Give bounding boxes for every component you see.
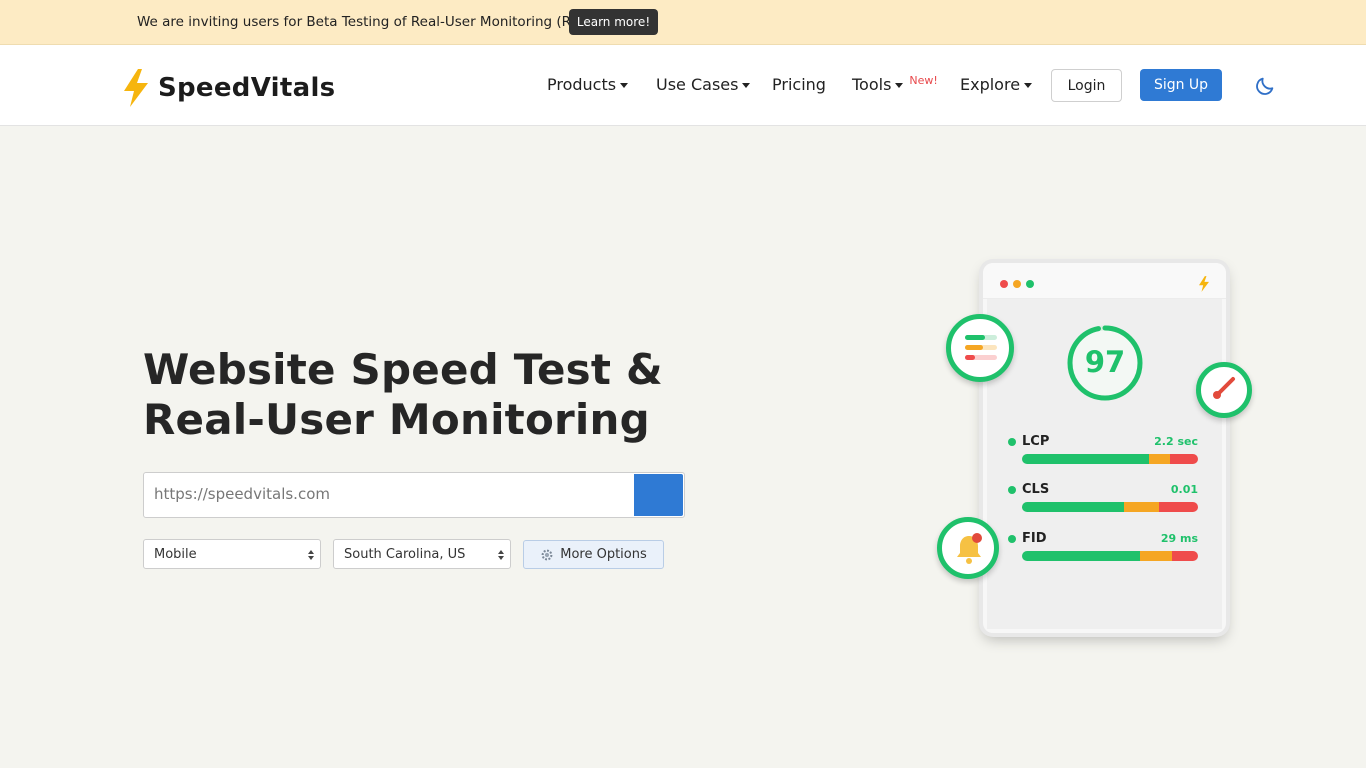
status-dot: [1008, 438, 1016, 446]
url-search-box: [143, 472, 685, 518]
phone-title-bar: [983, 263, 1226, 299]
location-select[interactable]: South Carolina, US: [333, 539, 511, 569]
chevron-down-icon: [620, 83, 629, 88]
bar-poor-segment: [1171, 551, 1198, 561]
bar-good-segment: [1022, 454, 1149, 464]
hero-title-line2: Real-User Monitoring: [143, 395, 650, 444]
speedometer-icon: [1213, 377, 1235, 399]
gear-icon: [541, 549, 553, 560]
nav-pricing[interactable]: Pricing: [772, 75, 826, 94]
signup-button[interactable]: Sign Up: [1140, 69, 1222, 101]
nav-tools[interactable]: Tools New!: [852, 74, 938, 94]
bar-poor-segment: [1169, 454, 1198, 464]
learn-more-button[interactable]: Learn more!: [569, 9, 658, 35]
metric-name: FID: [1022, 531, 1047, 546]
nav-explore[interactable]: Explore: [960, 75, 1033, 94]
nav-pricing-label: Pricing: [772, 75, 826, 94]
bar-needs-improvement-segment: [1148, 454, 1170, 464]
nav-products-label: Products: [547, 75, 617, 94]
login-button[interactable]: Login: [1051, 69, 1122, 102]
nav-explore-label: Explore: [960, 75, 1021, 94]
announcement-text: We are inviting users for Beta Testing o…: [137, 14, 598, 30]
nav-use-cases[interactable]: Use Cases: [656, 75, 751, 94]
url-input[interactable]: [154, 485, 624, 503]
device-select-value: Mobile: [154, 546, 197, 562]
report-bubble: [946, 314, 1014, 382]
announcement-bar: We are inviting users for Beta Testing o…: [0, 0, 1366, 45]
more-options-button[interactable]: More Options: [523, 540, 664, 569]
nav-use-cases-label: Use Cases: [656, 75, 739, 94]
chevron-down-icon: [895, 83, 904, 88]
performance-score: 97: [1084, 345, 1126, 379]
metric-distribution-bar: [1022, 502, 1198, 512]
bar-needs-improvement-segment: [1139, 551, 1172, 561]
bolt-icon: [1199, 276, 1209, 292]
nav-products[interactable]: Products: [547, 75, 629, 94]
more-options-label: More Options: [560, 547, 647, 562]
status-dot: [1008, 535, 1016, 543]
alert-bubble: [937, 517, 999, 579]
window-dot-yellow: [1013, 280, 1021, 288]
metric-distribution-bar: [1022, 454, 1198, 464]
bolt-icon: [124, 69, 148, 107]
location-select-value: South Carolina, US: [344, 546, 466, 562]
nav-tools-label: Tools: [852, 75, 892, 94]
metric-value: 0.01: [1170, 483, 1198, 496]
logo-text: SpeedVitals: [158, 73, 336, 103]
hero-title: Website Speed Test & Real-User Monitorin…: [143, 345, 703, 445]
moon-icon[interactable]: [1254, 75, 1276, 97]
chevron-down-icon: [1024, 83, 1033, 88]
phone-illustration: [983, 263, 1226, 633]
status-dot: [1008, 486, 1016, 494]
bar-good-segment: [1022, 502, 1125, 512]
window-dot-red: [1000, 280, 1008, 288]
hero-title-line1: Website Speed Test &: [143, 345, 663, 394]
bell-icon: [957, 533, 982, 564]
metric-name: CLS: [1022, 482, 1050, 497]
logo[interactable]: SpeedVitals: [124, 69, 335, 107]
select-arrows-icon: [498, 550, 504, 560]
chevron-down-icon: [742, 83, 751, 88]
metric-value: 29 ms: [1160, 532, 1198, 545]
window-dot-green: [1026, 280, 1034, 288]
bar-good-segment: [1022, 551, 1140, 561]
bar-poor-segment: [1159, 502, 1198, 512]
report-bars-icon: [965, 335, 997, 360]
bar-needs-improvement-segment: [1124, 502, 1160, 512]
analyze-button[interactable]: [634, 474, 683, 516]
metric-distribution-bar: [1022, 551, 1198, 561]
select-arrows-icon: [308, 550, 314, 560]
metric-value: 2.2 sec: [1154, 435, 1198, 448]
metric-name: LCP: [1022, 434, 1050, 449]
site-header: SpeedVitals Products Use Cases Pricing T…: [0, 45, 1366, 126]
new-badge: New!: [909, 74, 938, 87]
gauge-bubble: [1196, 362, 1252, 418]
device-select[interactable]: Mobile: [143, 539, 321, 569]
